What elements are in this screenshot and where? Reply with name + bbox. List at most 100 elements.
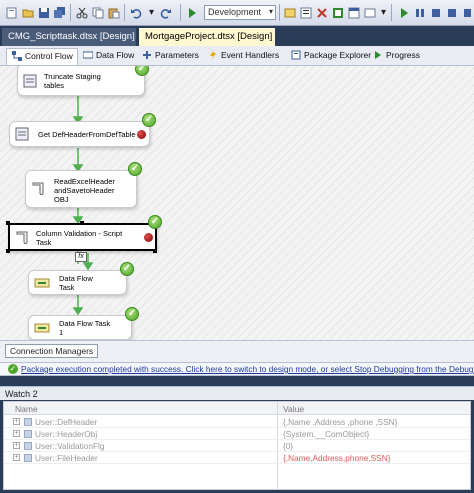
task-label: Truncate Staging tables: [44, 72, 101, 90]
selection-handle[interactable]: [6, 221, 10, 225]
script-task-icon: [15, 230, 31, 246]
task-column-validation[interactable]: Column Validation - Script Task: [8, 223, 157, 251]
tab-data-flow[interactable]: Data Flow: [78, 48, 138, 65]
cut-icon[interactable]: [74, 5, 89, 20]
layout-icon[interactable]: [362, 5, 377, 20]
tab-label: Progress: [386, 50, 421, 60]
tab-parameters[interactable]: Parameters: [137, 48, 203, 65]
tab-event-handlers[interactable]: Event Handlers: [203, 48, 283, 65]
success-check-icon: ✓: [128, 162, 142, 176]
column-header-value[interactable]: Value: [283, 404, 304, 414]
expand-icon[interactable]: +: [13, 430, 20, 437]
doc-tab-cmg-scripttask[interactable]: CMG_Scripttask.dtsx [Design]: [2, 28, 136, 46]
task-truncate-staging-tables[interactable]: Truncate Staging tables: [17, 66, 145, 96]
progress-icon: [372, 50, 384, 62]
script-task-icon: [31, 181, 47, 197]
status-message-link[interactable]: Package execution completed with success…: [21, 364, 474, 374]
task-get-defheader[interactable]: Get DefHeaderFromDefTable: [9, 121, 150, 147]
connection-managers-tab[interactable]: Connection Managers: [5, 344, 99, 358]
chevron-down-icon[interactable]: ▾: [376, 5, 391, 20]
expand-icon[interactable]: +: [13, 454, 20, 461]
expression-icon[interactable]: fx: [75, 252, 87, 262]
properties-icon[interactable]: [298, 5, 313, 20]
watch-row[interactable]: + User::FileHeader {,Name,Address,phone,…: [4, 452, 470, 464]
toolbox-icon[interactable]: [314, 5, 329, 20]
watch-name: User::ValidationFlg: [35, 441, 105, 451]
watch-value: {0}: [283, 441, 294, 451]
variable-icon: [24, 418, 32, 426]
tab-label: Data Flow: [96, 50, 135, 60]
task-data-flow[interactable]: Data Flow Task: [28, 270, 127, 295]
tab-progress[interactable]: Progress: [368, 48, 424, 65]
misc-icon[interactable]: [330, 5, 345, 20]
window-icon[interactable]: [346, 5, 361, 20]
selection-handle[interactable]: [6, 249, 10, 253]
start-icon[interactable]: [184, 5, 199, 20]
watch-row[interactable]: + User::DefHeader {,Name ,Address ,phone…: [4, 416, 470, 428]
undo-icon[interactable]: [128, 5, 143, 20]
start-debug-icon[interactable]: [396, 5, 411, 20]
variable-icon: [24, 430, 32, 438]
data-flow-icon: [82, 50, 94, 62]
control-flow-icon: [11, 51, 23, 63]
task-data-flow-1[interactable]: Data Flow Task 1: [28, 315, 132, 340]
main-toolbar: ▾ Development ▾ ▾: [0, 0, 474, 26]
watch-row[interactable]: + User::HeaderObj {System.__ComObject}: [4, 428, 470, 440]
execution-status-bar: ✓ Package execution completed with succe…: [0, 363, 474, 376]
task-label: Data Flow Task 1: [59, 319, 111, 337]
data-flow-task-icon: [34, 275, 50, 291]
paste-icon[interactable]: [106, 5, 121, 20]
sql-task-icon: [15, 126, 31, 142]
tab-label: Control Flow: [25, 51, 73, 61]
save-icon[interactable]: [36, 5, 51, 20]
tab-control-flow[interactable]: Control Flow: [6, 48, 78, 65]
task-label: Get DefHeaderFromDefTable: [38, 130, 136, 139]
redo-icon[interactable]: [158, 5, 173, 20]
expand-icon[interactable]: +: [13, 442, 20, 449]
event-handlers-icon: [207, 50, 219, 62]
success-check-icon: ✓: [8, 364, 18, 374]
save-all-icon[interactable]: [52, 5, 67, 20]
arrowhead-icon: [82, 262, 94, 271]
tab-label: Package Explorer: [304, 50, 372, 60]
data-flow-task-icon: [34, 320, 50, 336]
parameters-icon: [141, 50, 153, 62]
open-icon[interactable]: [20, 5, 35, 20]
selection-handle[interactable]: [80, 221, 84, 225]
breakpoint-icon[interactable]: [137, 130, 146, 139]
control-flow-canvas[interactable]: Truncate Staging tables ✓ Get DefHeaderF…: [0, 66, 474, 341]
task-readexcelheader[interactable]: ReadExcelHeader andSavetoHeader OBJ: [25, 170, 137, 208]
breakpoint-icon[interactable]: [144, 233, 153, 242]
configuration-value: Development: [208, 7, 262, 17]
expand-icon[interactable]: +: [13, 418, 20, 425]
doc-tab-mortgageproject[interactable]: MortgageProject.dtsx [Design]: [139, 28, 275, 46]
breakpoint-icon[interactable]: [459, 5, 474, 20]
watch-value: {,Name ,Address ,phone ,SSN}: [283, 417, 398, 427]
stop-icon[interactable]: [428, 5, 443, 20]
selection-handle[interactable]: [153, 249, 157, 253]
task-label: ReadExcelHeader andSavetoHeader OBJ: [54, 177, 115, 204]
designer-tab-strip: Control Flow Data Flow Parameters Event …: [0, 46, 474, 66]
variable-icon: [24, 454, 32, 462]
new-project-icon[interactable]: [4, 5, 19, 20]
tab-package-explorer[interactable]: Package Explorer: [286, 48, 375, 65]
watch-header: Name Value: [4, 402, 470, 415]
pause-icon[interactable]: [412, 5, 427, 20]
watch-window-title: Watch 2: [0, 386, 474, 400]
tab-label: Parameters: [155, 50, 199, 60]
sql-task-icon: [23, 73, 39, 89]
step-icon[interactable]: [444, 5, 459, 20]
success-check-icon: ✓: [148, 215, 162, 229]
watch-name: User::HeaderObj: [35, 429, 98, 439]
chevron-down-icon: ▾: [268, 7, 273, 16]
task-label: Column Validation - Script Task: [36, 229, 123, 247]
chevron-down-icon[interactable]: ▾: [144, 5, 159, 20]
column-header-name[interactable]: Name: [15, 404, 38, 414]
watch-row[interactable]: + User::ValidationFlg {0}: [4, 440, 470, 452]
watch-name: User::FileHeader: [35, 453, 98, 463]
arrowhead-icon: [72, 307, 84, 316]
configuration-select[interactable]: Development ▾: [204, 5, 276, 20]
success-check-icon: ✓: [125, 307, 139, 321]
copy-icon[interactable]: [90, 5, 105, 20]
solution-explorer-icon[interactable]: [282, 5, 297, 20]
